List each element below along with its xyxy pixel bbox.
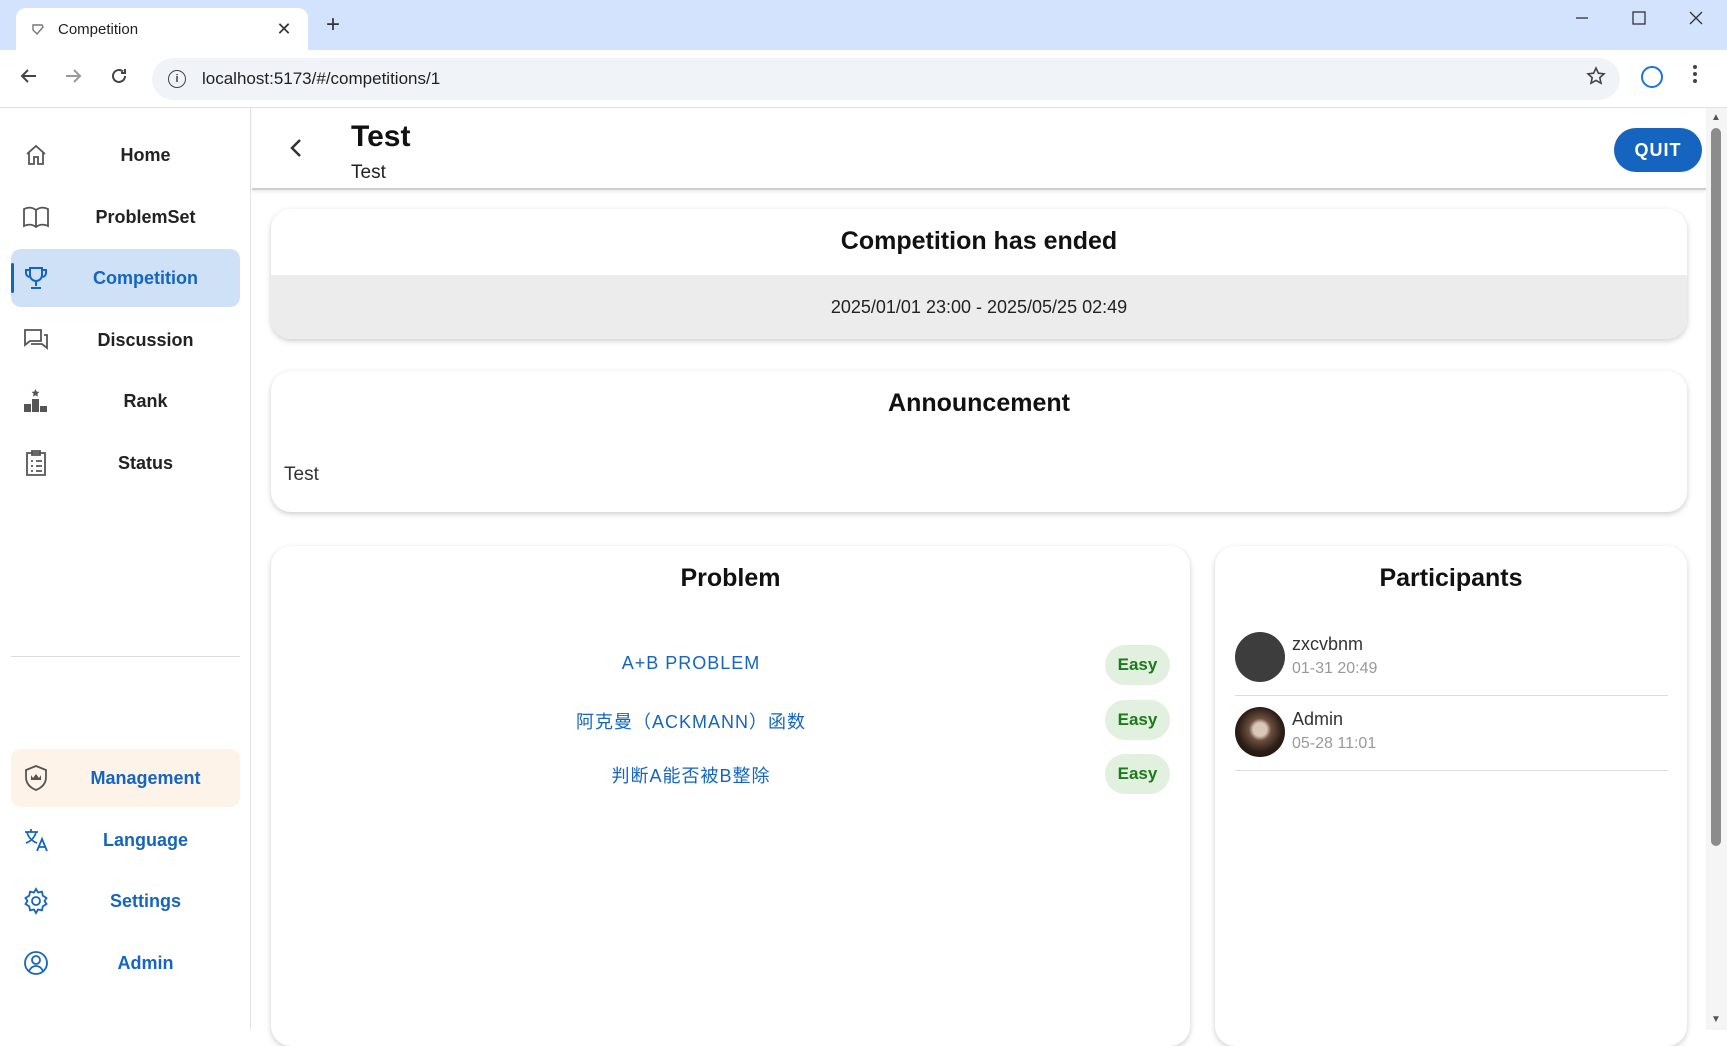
url-text[interactable]: localhost:5173/#/competitions/1 (202, 69, 1586, 89)
page-subtitle: Test (351, 162, 386, 183)
sidebar-item-settings[interactable]: Settings (11, 872, 240, 930)
sidebar-item-discussion[interactable]: Discussion (11, 311, 240, 369)
scroll-up-icon[interactable]: ▲ (1711, 112, 1721, 123)
sidebar-item-label: Management (90, 767, 201, 788)
sidebar-item-rank[interactable]: Rank (11, 372, 240, 430)
problem-row[interactable]: 判断A能否被B整除 Easy (271, 750, 1190, 800)
participant-item[interactable]: Admin 05-28 11:01 (1235, 697, 1668, 771)
scroll-thumb[interactable] (1711, 128, 1721, 846)
main-content: Test Test QUIT Competition has ended 202… (252, 108, 1706, 1046)
shield-icon (21, 763, 51, 793)
site-info-icon[interactable]: i (168, 70, 186, 88)
browser-tab[interactable]: Competition ✕ (16, 8, 308, 50)
participant-time: 05-28 11:01 (1292, 735, 1377, 752)
sidebar-item-label: ProblemSet (95, 206, 196, 227)
browser-toolbar: i localhost:5173/#/competitions/1 (0, 50, 1727, 108)
participant-name: zxcvbnm (1292, 634, 1364, 654)
scroll-down-icon[interactable]: ▼ (1711, 1014, 1721, 1025)
sidebar-item-competition[interactable]: Competition (11, 249, 240, 307)
sidebar: Home ProblemSet Competition Discussion R… (0, 108, 251, 1030)
sidebar-item-status[interactable]: Status (11, 434, 240, 492)
bookmark-star-icon[interactable] (1586, 66, 1606, 92)
difficulty-badge: Easy (1105, 700, 1170, 740)
sidebar-item-label: Home (120, 144, 171, 165)
sidebar-divider (11, 656, 240, 657)
favicon-icon (30, 21, 46, 37)
difficulty-badge: Easy (1105, 645, 1170, 685)
participants-card: Participants zxcvbnm 01-31 20:49 Admin 0… (1215, 546, 1687, 1046)
problem-link[interactable]: 阿克曼（ACKMANN）函数 (271, 708, 1111, 734)
sidebar-item-label: Rank (123, 390, 168, 411)
page-title: Test (351, 120, 411, 153)
address-bar[interactable]: i localhost:5173/#/competitions/1 (152, 58, 1620, 100)
avatar (1235, 632, 1285, 682)
tab-close-icon[interactable]: ✕ (274, 19, 294, 40)
problem-title: Problem (680, 564, 781, 592)
problem-link[interactable]: 判断A能否被B整除 (271, 762, 1111, 788)
sidebar-item-label: Discussion (97, 329, 194, 350)
sidebar-item-problemset[interactable]: ProblemSet (11, 188, 240, 246)
status-title: Competition has ended (840, 227, 1118, 255)
profile-icon[interactable] (1641, 66, 1663, 88)
participants-title: Participants (1379, 564, 1523, 592)
translate-icon (21, 825, 51, 855)
reload-icon[interactable] (106, 66, 132, 92)
minimize-icon[interactable] (1567, 10, 1597, 31)
sidebar-item-label: Competition (93, 267, 198, 288)
home-icon (21, 140, 51, 170)
chat-icon (21, 325, 51, 355)
clipboard-icon (21, 448, 51, 478)
back-button[interactable] (286, 136, 306, 167)
sidebar-item-admin[interactable]: Admin (11, 934, 240, 992)
problem-card: Problem A+B PROBLEM Easy 阿克曼（ACKMANN）函数 … (271, 546, 1190, 1046)
sidebar-item-management[interactable]: Management (11, 749, 240, 807)
problem-row[interactable]: 阿克曼（ACKMANN）函数 Easy (271, 696, 1190, 746)
sidebar-item-label: Settings (109, 890, 181, 911)
competition-status-card: Competition has ended 2025/01/01 23:00 -… (271, 209, 1687, 339)
competition-time-range: 2025/01/01 23:00 - 2025/05/25 02:49 (271, 275, 1687, 339)
participant-time: 01-31 20:49 (1292, 660, 1378, 677)
browser-tab-strip: Competition ✕ + (0, 0, 1727, 50)
sidebar-item-home[interactable]: Home (11, 126, 240, 184)
sidebar-item-label: Status (117, 452, 173, 473)
avatar (1235, 707, 1285, 757)
browser-menu-icon[interactable] (1692, 64, 1698, 90)
participant-name: Admin (1292, 709, 1344, 729)
book-icon (21, 202, 51, 232)
announcement-title: Announcement (888, 389, 1070, 417)
account-icon (21, 948, 51, 978)
rank-icon (21, 386, 51, 416)
tab-title: Competition (58, 20, 139, 38)
problem-row[interactable]: A+B PROBLEM Easy (271, 641, 1190, 691)
announcement-card: Announcement Test (271, 371, 1687, 512)
new-tab-button[interactable]: + (320, 12, 346, 38)
participant-item[interactable]: zxcvbnm 01-31 20:49 (1235, 622, 1668, 696)
problem-link[interactable]: A+B PROBLEM (271, 653, 1111, 674)
forward-arrow-icon[interactable] (60, 66, 86, 92)
difficulty-badge: Easy (1105, 754, 1170, 794)
sidebar-item-language[interactable]: Language (11, 811, 240, 869)
gear-icon (21, 886, 51, 916)
maximize-icon[interactable] (1624, 10, 1654, 31)
trophy-icon (21, 263, 51, 293)
quit-button[interactable]: QUIT (1614, 128, 1702, 172)
sidebar-item-label: Language (102, 829, 188, 850)
sidebar-item-label: Admin (117, 952, 174, 973)
page-header: Test Test QUIT (252, 108, 1706, 190)
announcement-text: Test (284, 464, 319, 485)
page-scrollbar[interactable]: ▲ ▼ (1706, 108, 1727, 1030)
back-arrow-icon[interactable] (16, 66, 42, 92)
window-close-icon[interactable] (1681, 10, 1711, 31)
